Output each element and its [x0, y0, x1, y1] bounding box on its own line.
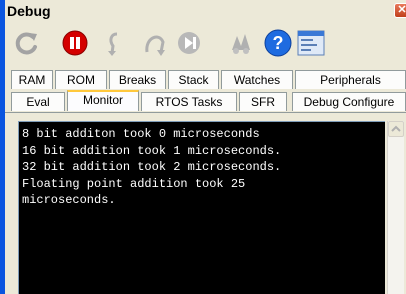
tab-label: Stack [178, 73, 209, 87]
close-button[interactable]: ✕ [394, 3, 406, 18]
breakpoints-button[interactable] [227, 28, 255, 58]
tab-watches[interactable]: Watches [221, 70, 293, 89]
tab-row-1: RAM ROM Breaks Stack Watches Peripherals [5, 70, 406, 90]
debug-panel: Debug ✕ ? RAM ROM Breaks Stack Watches P… [5, 0, 406, 294]
console-line: Floating point addition took 25 [22, 176, 246, 191]
tab-monitor[interactable]: Monitor [67, 90, 139, 111]
console-line: microseconds. [22, 193, 116, 207]
step-into-button[interactable] [103, 28, 131, 58]
settings-list-icon [297, 30, 325, 56]
tab-label: ROM [67, 73, 95, 87]
tab-label: SFR [251, 95, 275, 109]
breakpoints-icon [232, 34, 250, 54]
console-line: 32 bit addition took 2 microseconds. [22, 160, 282, 174]
tab-ram[interactable]: RAM [11, 70, 53, 89]
tab-sfr[interactable]: SFR [239, 92, 287, 111]
settings-list-button[interactable] [296, 28, 325, 58]
tab-label: Monitor [82, 93, 123, 107]
tab-label: RTOS Tasks [155, 95, 223, 109]
tab-divider [5, 112, 406, 113]
stop-icon [62, 30, 88, 56]
window-title: Debug [7, 3, 51, 19]
title-bar: Debug ✕ [5, 0, 406, 22]
tab-label: RAM [18, 73, 46, 87]
tab-peripherals[interactable]: Peripherals [295, 70, 406, 89]
tab-eval[interactable]: Eval [11, 92, 65, 111]
step-out-icon [178, 32, 200, 54]
tab-label: Debug Configure [303, 95, 395, 109]
monitor-output[interactable]: 8 bit additon took 0 microseconds 16 bit… [18, 121, 385, 294]
svg-text:?: ? [273, 33, 284, 53]
tab-label: Watches [233, 73, 281, 87]
step-over-icon [145, 35, 165, 56]
reset-button[interactable] [13, 28, 41, 58]
scroll-up-button[interactable] [388, 121, 404, 137]
tab-stack[interactable]: Stack [168, 70, 219, 89]
step-into-icon [108, 32, 118, 56]
close-icon: ✕ [397, 4, 406, 16]
tab-breaks[interactable]: Breaks [109, 70, 166, 89]
console-line: 8 bit additon took 0 microseconds [22, 127, 260, 141]
tab-label: Breaks [118, 73, 157, 87]
tab-rtos-tasks[interactable]: RTOS Tasks [141, 92, 237, 111]
tab-debug-configure[interactable]: Debug Configure [292, 92, 406, 111]
stop-button[interactable] [61, 28, 89, 58]
help-button[interactable]: ? [263, 28, 292, 58]
tab-label: Eval [26, 95, 50, 109]
chevron-up-icon [391, 125, 401, 132]
step-out-button[interactable] [175, 28, 203, 58]
tab-label: Peripherals [320, 73, 381, 87]
console-line: 16 bit addition took 1 microseconds. [22, 143, 282, 158]
step-over-button[interactable] [141, 28, 169, 58]
vertical-scrollbar[interactable] [387, 121, 404, 294]
tab-row-2: Eval Monitor RTOS Tasks SFR Debug Config… [5, 90, 406, 112]
tab-rom[interactable]: ROM [55, 70, 107, 89]
help-icon: ? [264, 29, 292, 57]
reset-icon [15, 32, 37, 55]
debug-toolbar: ? [5, 28, 406, 62]
